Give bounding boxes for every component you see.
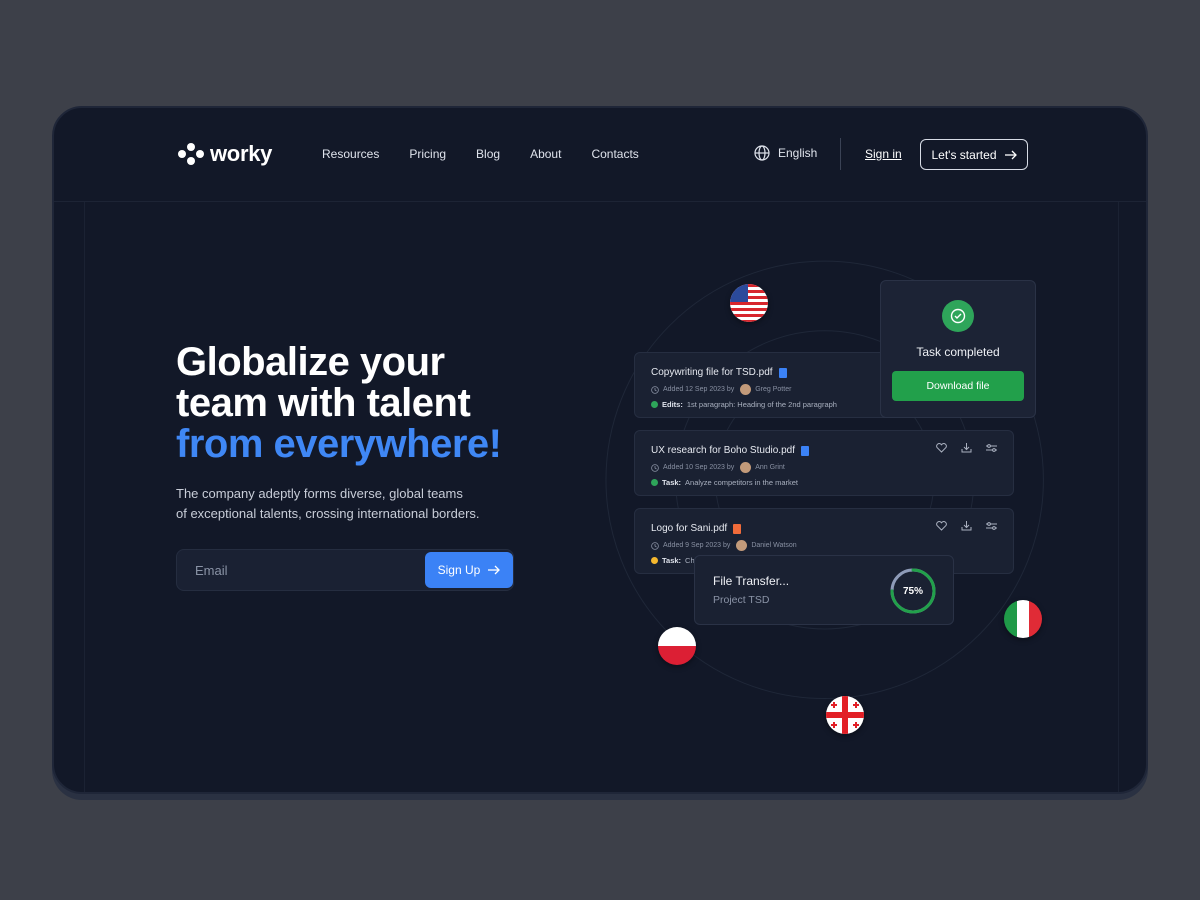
- file-task: Edits: 1st paragraph: Heading of the 2nd…: [651, 400, 837, 409]
- file-transfer-card: File Transfer... Project TSD 75%: [694, 555, 954, 625]
- file-actions: [936, 521, 997, 531]
- file-meta: Added 12 Sep 2023 by Greg Potter: [651, 384, 791, 395]
- file-actions: [936, 443, 997, 453]
- download-file-button[interactable]: Download file: [892, 371, 1024, 401]
- header: worky Resources Pricing Blog About Conta…: [54, 108, 1146, 202]
- arrow-right-icon: [1004, 150, 1017, 159]
- file-card-title: Copywriting file for TSD.pdf: [651, 367, 787, 378]
- file-card[interactable]: UX research for Boho Studio.pdf Added 10…: [634, 430, 1014, 496]
- hero-subtitle: The company adeptly forms diverse, globa…: [176, 484, 496, 524]
- email-input[interactable]: Email: [195, 563, 228, 578]
- avatar: [740, 384, 752, 395]
- file-task: Task: Cha: [651, 556, 699, 565]
- lets-started-label: Let's started: [931, 147, 997, 162]
- file-task: Task: Analyze competitors in the market: [651, 478, 798, 487]
- sign-up-label: Sign Up: [437, 563, 481, 577]
- clock-icon: [651, 541, 659, 550]
- download-icon[interactable]: [961, 521, 972, 531]
- transfer-project: Project TSD: [713, 594, 770, 606]
- georgia-flag-icon: [826, 696, 864, 734]
- guide-line-left: [84, 202, 85, 792]
- settings-icon[interactable]: [986, 443, 997, 453]
- file-card-title: Logo for Sani.pdf: [651, 523, 742, 534]
- hero-subtitle-line1: The company adeptly forms diverse, globa…: [176, 486, 463, 501]
- language-label: English: [778, 146, 818, 160]
- nav-item-about[interactable]: About: [530, 147, 561, 161]
- clock-icon: [651, 463, 659, 472]
- nav-item-contacts[interactable]: Contacts: [591, 147, 638, 161]
- globe-icon: [754, 145, 770, 161]
- sign-up-button[interactable]: Sign Up: [425, 552, 513, 588]
- task-completed-card: Task completed Download file: [880, 280, 1036, 418]
- main-nav: Resources Pricing Blog About Contacts: [322, 147, 639, 161]
- brand-name: worky: [210, 141, 273, 166]
- status-dot: [651, 479, 658, 486]
- file-added: Added 12 Sep 2023 by: [663, 386, 735, 393]
- nav-item-resources[interactable]: Resources: [322, 147, 379, 161]
- guide-line-right: [1118, 202, 1119, 792]
- hero-title-line2: team with talent: [176, 381, 471, 425]
- pdf-file-icon: [733, 523, 742, 534]
- status-dot: [651, 401, 658, 408]
- file-user: Daniel Watson: [751, 542, 797, 549]
- clock-icon: [651, 385, 659, 394]
- file-added: Added 10 Sep 2023 by: [663, 464, 735, 471]
- us-flag-icon: [730, 284, 768, 322]
- task-text: 1st paragraph: Heading of the 2nd paragr…: [686, 400, 837, 409]
- arrow-right-icon: [488, 565, 501, 575]
- file-name: Copywriting file for TSD.pdf: [651, 367, 773, 378]
- checkmark-icon: [942, 300, 974, 332]
- logo[interactable]: worky: [178, 141, 272, 167]
- status-dot: [651, 557, 658, 564]
- progress-label: 75%: [902, 585, 923, 597]
- heart-icon[interactable]: [936, 521, 947, 531]
- lets-started-button[interactable]: Let's started: [920, 139, 1028, 170]
- file-meta: Added 10 Sep 2023 by Ann Grint: [651, 462, 785, 473]
- hero-title: Globalize your team with talent from eve…: [176, 340, 502, 466]
- settings-icon[interactable]: [986, 521, 997, 531]
- language-selector[interactable]: English: [754, 145, 817, 161]
- italy-flag-icon: [1004, 600, 1042, 638]
- logo-icon: [178, 143, 204, 165]
- download-icon[interactable]: [961, 443, 972, 453]
- sign-in-link[interactable]: Sign in: [865, 147, 902, 161]
- task-label: Edits:: [662, 400, 683, 409]
- task-label: Task:: [662, 556, 682, 565]
- hero-subtitle-line2: of exceptional talents, crossing interna…: [176, 506, 480, 521]
- file-user: Ann Grint: [755, 464, 785, 471]
- nav-item-blog[interactable]: Blog: [476, 147, 500, 161]
- file-name: Logo for Sani.pdf: [651, 523, 728, 534]
- signup-form: Email Sign Up: [176, 549, 514, 591]
- file-user: Greg Potter: [755, 386, 792, 393]
- nav-item-pricing[interactable]: Pricing: [409, 147, 446, 161]
- avatar: [736, 540, 748, 551]
- transfer-title: File Transfer...: [713, 574, 790, 588]
- header-divider: [840, 138, 841, 170]
- avatar: [740, 462, 752, 473]
- file-added: Added 9 Sep 2023 by: [663, 542, 731, 549]
- file-meta: Added 9 Sep 2023 by Daniel Watson: [651, 540, 797, 551]
- hero-title-line1: Globalize your: [176, 340, 445, 384]
- poland-flag-icon: [658, 627, 696, 665]
- file-card-title: UX research for Boho Studio.pdf: [651, 445, 809, 456]
- task-label: Task:: [662, 478, 682, 487]
- task-completed-label: Task completed: [916, 345, 1000, 359]
- doc-file-icon: [800, 445, 809, 456]
- hero-title-accent: from everywhere!: [176, 422, 502, 466]
- doc-file-icon: [778, 367, 787, 378]
- heart-icon[interactable]: [936, 443, 947, 453]
- file-name: UX research for Boho Studio.pdf: [651, 445, 795, 456]
- task-text: Analyze competitors in the market: [685, 478, 799, 487]
- app-window: worky Resources Pricing Blog About Conta…: [52, 106, 1148, 794]
